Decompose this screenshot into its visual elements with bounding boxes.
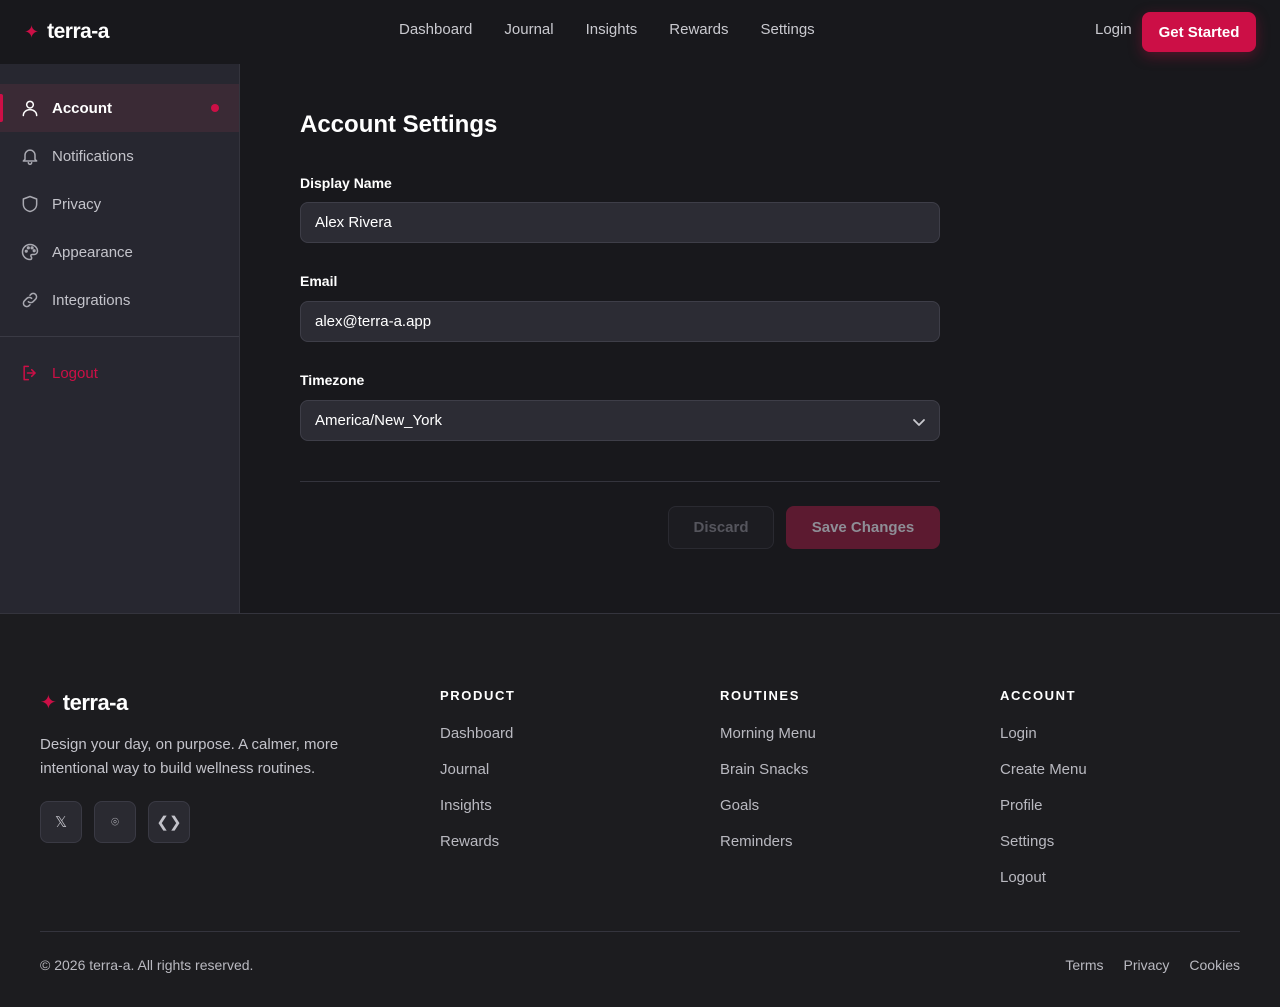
bell-icon [22, 149, 38, 166]
x-twitter-icon[interactable]: 𝕏 [40, 801, 82, 843]
footer-link[interactable]: Logout [1000, 869, 1087, 905]
sidebar-item-label: Notifications [52, 147, 134, 165]
star-icon: ✦ [40, 692, 57, 714]
star-icon: ✦ [24, 22, 40, 42]
sidebar-item-appearance[interactable]: Appearance [0, 228, 239, 276]
terms-link[interactable]: Terms [1065, 957, 1103, 973]
footer-brand-name: terra-a [62, 690, 128, 715]
code-icon[interactable]: ❮❯ [148, 801, 190, 843]
legal-links: Terms Privacy Cookies [1065, 957, 1240, 973]
logout-icon [23, 365, 36, 381]
save-changes-button[interactable]: Save Changes [786, 506, 940, 549]
timezone-select[interactable]: America/New_York [300, 400, 940, 441]
page-title: Account Settings [300, 111, 498, 138]
cookies-link[interactable]: Cookies [1189, 957, 1240, 973]
sidebar-item-integrations[interactable]: Integrations [0, 276, 239, 324]
login-link[interactable]: Login [1095, 21, 1132, 38]
sidebar-item-notifications[interactable]: Notifications [0, 132, 239, 180]
display-name-label: Display Name [300, 175, 392, 191]
footer-link[interactable]: Insights [440, 797, 515, 833]
footer-link[interactable]: Goals [720, 797, 816, 833]
nav-dashboard[interactable]: Dashboard [399, 21, 472, 38]
sidebar-item-logout[interactable]: Logout [0, 349, 239, 397]
nav-rewards[interactable]: Rewards [669, 21, 728, 38]
footer-column-title: ROUTINES [720, 688, 800, 703]
footer-column-routines: ROUTINES Morning Menu Brain Snacks Goals… [720, 688, 816, 869]
brand-logo[interactable]: ✦ terra-a [24, 18, 109, 46]
footer-tagline: Design your day, on purpose. A calmer, m… [40, 736, 339, 777]
nav-insights[interactable]: Insights [586, 21, 638, 38]
nav-journal[interactable]: Journal [504, 21, 553, 38]
shield-icon [22, 195, 38, 213]
link-icon [22, 292, 38, 308]
sidebar-item-label: Appearance [52, 243, 133, 261]
sidebar-item-label: Logout [52, 364, 98, 382]
top-navbar: ✦ terra-a Dashboard Journal Insights Rew… [0, 0, 1280, 64]
footer-divider [40, 931, 1240, 932]
footer-link[interactable]: Journal [440, 761, 515, 797]
active-indicator-dot [211, 104, 219, 112]
copyright-text: © 2026 terra-a. All rights reserved. [40, 957, 254, 973]
sidebar-divider [0, 336, 239, 337]
sidebar-item-label: Account [52, 99, 112, 117]
settings-sidebar: Account Notifications Privacy Appearance… [0, 64, 240, 613]
footer-column-product: PRODUCT Dashboard Journal Insights Rewar… [440, 688, 515, 869]
get-started-button[interactable]: Get Started [1142, 12, 1256, 52]
footer-link[interactable]: Dashboard [440, 725, 515, 761]
email-label: Email [300, 273, 338, 289]
sidebar-item-privacy[interactable]: Privacy [0, 180, 239, 228]
privacy-link[interactable]: Privacy [1124, 957, 1170, 973]
footer-link[interactable]: Create Menu [1000, 761, 1087, 797]
sidebar-item-label: Integrations [52, 291, 131, 309]
footer-link[interactable]: Morning Menu [720, 725, 816, 761]
chevron-down-icon [913, 419, 925, 426]
sidebar-item-label: Privacy [52, 195, 102, 213]
instagram-icon[interactable]: ⌾ [94, 801, 136, 843]
footer-link[interactable]: Settings [1000, 833, 1087, 869]
display-name-input[interactable] [300, 202, 940, 243]
footer-link[interactable]: Rewards [440, 833, 515, 869]
user-icon [22, 100, 38, 117]
timezone-value: America/New_York [315, 412, 442, 429]
footer-column-account: ACCOUNT Login Create Menu Profile Settin… [1000, 688, 1087, 905]
footer-link[interactable]: Profile [1000, 797, 1087, 833]
footer-column-title: ACCOUNT [1000, 688, 1077, 703]
brand-name: terra-a [47, 20, 109, 43]
form-divider [300, 481, 940, 482]
footer-column-title: PRODUCT [440, 688, 516, 703]
footer-brand-logo[interactable]: ✦ terra-a [40, 690, 128, 716]
footer-link[interactable]: Reminders [720, 833, 816, 869]
main-nav: Dashboard Journal Insights Rewards Setti… [399, 21, 815, 38]
site-footer: ✦ terra-a Design your day, on purpose. A… [0, 613, 1280, 1007]
footer-link[interactable]: Login [1000, 725, 1087, 761]
email-input[interactable] [300, 301, 940, 342]
footer-link[interactable]: Brain Snacks [720, 761, 816, 797]
palette-icon [21, 243, 39, 261]
timezone-label: Timezone [300, 372, 365, 388]
sidebar-item-account[interactable]: Account [0, 84, 239, 132]
nav-settings[interactable]: Settings [760, 21, 814, 38]
discard-button[interactable]: Discard [668, 506, 774, 549]
